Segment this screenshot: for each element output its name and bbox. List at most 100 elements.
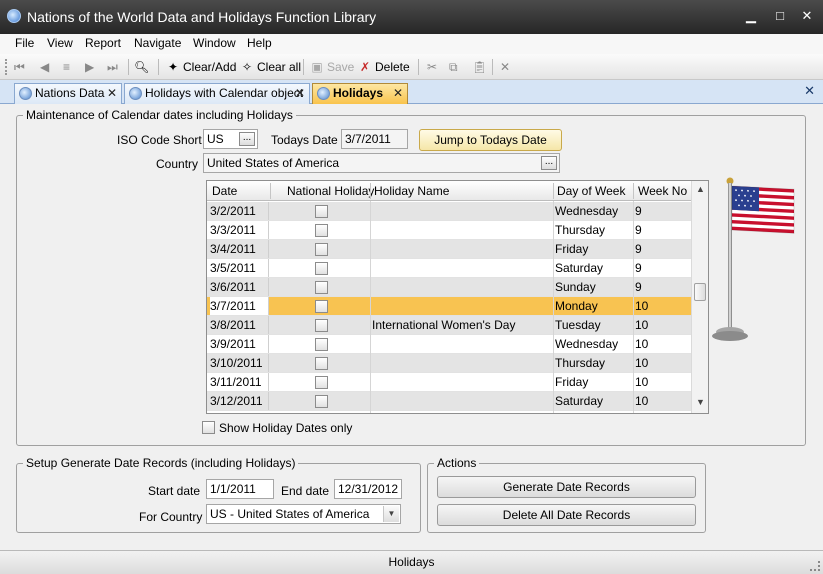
national-holiday-checkbox[interactable] xyxy=(315,205,328,218)
cut-icon[interactable]: ✂ xyxy=(427,57,437,77)
table-row[interactable]: 3/4/2011 Friday 9 xyxy=(207,240,691,259)
menu-help[interactable]: Help xyxy=(247,36,272,50)
first-record-icon[interactable]: ⏮ xyxy=(14,57,25,77)
scroll-down-arrow-icon[interactable]: ▼ xyxy=(696,397,705,407)
start-date-field[interactable]: 1/1/2011 xyxy=(206,479,274,499)
week-no-cell[interactable]: 10 xyxy=(635,375,648,389)
day-of-week-cell[interactable]: Friday xyxy=(555,375,588,389)
previous-record-icon[interactable]: ◀ xyxy=(40,57,49,77)
national-holiday-checkbox[interactable] xyxy=(315,376,328,389)
table-row[interactable]: 3/6/2011 Sunday 9 xyxy=(207,278,691,297)
week-no-cell[interactable]: 10 xyxy=(635,299,648,313)
save-button[interactable]: ▣ Save xyxy=(310,57,354,77)
day-of-week-cell[interactable]: Wednesday xyxy=(555,337,618,351)
scroll-up-arrow-icon[interactable]: ▲ xyxy=(696,184,705,194)
jump-to-today-button[interactable]: Jump to Todays Date xyxy=(419,129,562,151)
week-no-cell[interactable]: 10 xyxy=(635,318,648,332)
close-tab-icon[interactable]: ✕ xyxy=(107,84,117,103)
national-holiday-checkbox[interactable] xyxy=(315,300,328,313)
week-no-cell[interactable]: 9 xyxy=(635,261,642,275)
menu-file[interactable]: File xyxy=(15,36,34,50)
menu-window[interactable]: Window xyxy=(193,36,236,50)
clear-all-button[interactable]: ✧ Clear all xyxy=(240,57,301,77)
table-row[interactable]: 3/2/2011 Wednesday 9 xyxy=(207,202,691,221)
clear-add-button[interactable]: ✦ Clear/Add xyxy=(166,57,236,77)
date-cell[interactable]: 3/7/2011 xyxy=(210,297,269,315)
paste-icon[interactable]: 📋︎ xyxy=(472,57,487,77)
table-row[interactable]: 3/11/2011 Friday 10 xyxy=(207,373,691,392)
next-record-icon[interactable]: ▶ xyxy=(85,57,94,77)
column-week-no[interactable]: Week No xyxy=(638,184,687,198)
country-lookup-button[interactable]: ... xyxy=(541,156,557,170)
grid-scrollbar[interactable]: ▲ ▼ xyxy=(691,181,708,413)
tab-holidays-calendar[interactable]: Holidays with Calendar object ✕ xyxy=(124,83,310,104)
national-holiday-checkbox[interactable] xyxy=(315,357,328,370)
generate-date-records-button[interactable]: Generate Date Records xyxy=(437,476,696,498)
for-country-combo[interactable]: US - United States of America ▼ xyxy=(206,504,401,524)
week-no-cell[interactable]: 10 xyxy=(635,337,648,351)
search-icon[interactable]: 🔍︎ xyxy=(134,57,149,77)
menu-view[interactable]: View xyxy=(47,36,73,50)
minimize-button[interactable]: ▁ xyxy=(741,7,761,25)
table-row[interactable]: 3/5/2011 Saturday 9 xyxy=(207,259,691,278)
table-row[interactable]: 3/8/2011 International Women's Day Tuesday… xyxy=(207,316,691,335)
national-holiday-checkbox[interactable] xyxy=(315,395,328,408)
table-row[interactable]: 3/12/2011 Saturday 10 xyxy=(207,392,691,411)
holiday-name-cell[interactable]: International Women's Day xyxy=(372,318,515,332)
last-record-icon[interactable]: ⏭ xyxy=(107,57,118,77)
close-tab-icon[interactable]: ✕ xyxy=(295,84,305,103)
tab-nations-data[interactable]: Nations Data ✕ xyxy=(14,83,122,104)
chevron-down-icon[interactable]: ▼ xyxy=(383,506,399,522)
week-no-cell[interactable]: 10 xyxy=(635,356,648,370)
national-holiday-checkbox[interactable] xyxy=(315,224,328,237)
week-no-cell[interactable]: 9 xyxy=(635,204,642,218)
delete-all-date-records-button[interactable]: Delete All Date Records xyxy=(437,504,696,526)
iso-code-field[interactable]: US ... xyxy=(203,129,258,149)
date-cell[interactable]: 3/3/2011 xyxy=(210,221,269,239)
close-all-tabs-icon[interactable]: ✕ xyxy=(804,83,815,99)
day-of-week-cell[interactable]: Saturday xyxy=(555,394,603,408)
week-no-cell[interactable]: 9 xyxy=(635,223,642,237)
column-day-of-week[interactable]: Day of Week xyxy=(557,184,625,198)
cancel-icon[interactable]: ✕ xyxy=(500,57,510,77)
week-no-cell[interactable]: 9 xyxy=(635,242,642,256)
tab-holidays[interactable]: Holidays ✕ xyxy=(312,83,408,104)
copy-icon[interactable]: ⧉ xyxy=(449,57,458,77)
close-window-button[interactable]: ✕ xyxy=(797,7,817,25)
table-row[interactable]: 3/9/2011 Wednesday 10 xyxy=(207,335,691,354)
date-cell[interactable]: 3/11/2011 xyxy=(210,373,269,391)
resize-grip[interactable] xyxy=(810,561,820,571)
column-national-holiday[interactable]: National Holiday xyxy=(287,184,374,198)
close-tab-icon[interactable]: ✕ xyxy=(393,84,403,103)
day-of-week-cell[interactable]: Tuesday xyxy=(555,318,601,332)
day-of-week-cell[interactable]: Friday xyxy=(555,242,588,256)
date-cell[interactable]: 3/8/2011 xyxy=(210,316,269,334)
day-of-week-cell[interactable]: Monday xyxy=(555,299,598,313)
week-no-cell[interactable]: 9 xyxy=(635,280,642,294)
national-holiday-checkbox[interactable] xyxy=(315,319,328,332)
day-of-week-cell[interactable]: Wednesday xyxy=(555,204,618,218)
table-row[interactable]: 3/7/2011 Monday 10 xyxy=(207,297,691,316)
national-holiday-checkbox[interactable] xyxy=(315,262,328,275)
delete-button[interactable]: ✗ Delete xyxy=(358,57,410,77)
table-row[interactable]: 3/3/2011 Thursday 9 xyxy=(207,221,691,240)
day-of-week-cell[interactable]: Thursday xyxy=(555,356,605,370)
country-field[interactable]: United States of America ... xyxy=(203,153,560,173)
scroll-thumb[interactable] xyxy=(694,283,706,301)
table-row[interactable]: 3/10/2011 Thursday 10 xyxy=(207,354,691,373)
date-cell[interactable]: 3/2/2011 xyxy=(210,202,269,220)
iso-lookup-button[interactable]: ... xyxy=(239,132,255,146)
day-of-week-cell[interactable]: Saturday xyxy=(555,261,603,275)
list-icon[interactable]: ≡ xyxy=(63,57,70,77)
column-holiday-name[interactable]: Holiday Name xyxy=(374,184,449,198)
end-date-field[interactable]: 12/31/2012 xyxy=(334,479,402,499)
date-cell[interactable]: 3/4/2011 xyxy=(210,240,269,258)
national-holiday-checkbox[interactable] xyxy=(315,338,328,351)
date-cell[interactable]: 3/9/2011 xyxy=(210,335,269,353)
date-cell[interactable]: 3/6/2011 xyxy=(210,278,269,296)
column-date[interactable]: Date xyxy=(212,184,237,198)
show-holidays-only-checkbox[interactable] xyxy=(202,421,215,434)
national-holiday-checkbox[interactable] xyxy=(315,281,328,294)
date-cell[interactable]: 3/5/2011 xyxy=(210,259,269,277)
day-of-week-cell[interactable]: Thursday xyxy=(555,223,605,237)
